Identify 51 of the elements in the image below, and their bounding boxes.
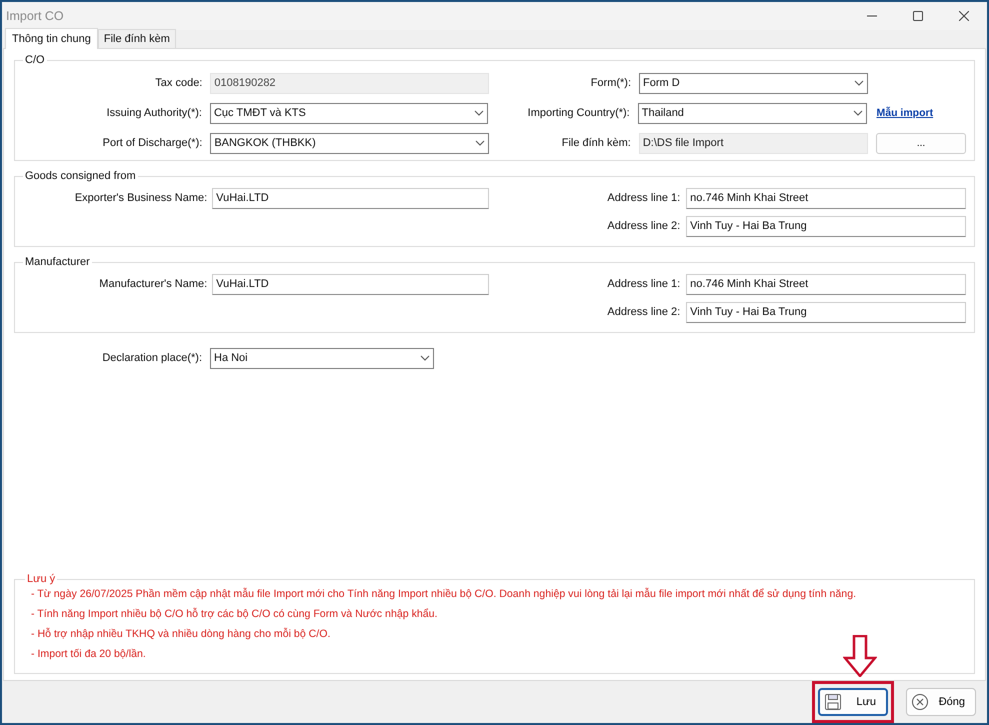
input-field[interactable]: Vinh Tuy - Hai Ba Trung bbox=[686, 216, 966, 236]
note-text: - Tính năng Import nhiều bộ C/O hỗ trợ các bộ C/O có cùng Form và Nước nhập khẩu. bbox=[31, 607, 438, 622]
chevron-icon bbox=[474, 110, 484, 116]
field-label: Address line 1: bbox=[606, 190, 680, 206]
chevron-icon bbox=[420, 355, 430, 361]
note-text: - Từ ngày 26/07/2025 Phần mềm cập nhật mẫu file Import mới cho Tính năng Import nhiều bộ C/O. Doanh nghiệp vui lòng tải lại mẫu file import mới nhất để sử dụng tính năng. bbox=[31, 587, 858, 602]
chevron-icon bbox=[852, 110, 862, 116]
dropdown[interactable]: Cục TMĐT và KTS bbox=[210, 102, 488, 124]
maximize-icon[interactable] bbox=[913, 11, 923, 21]
field-label: Exporter's Business Name: bbox=[74, 190, 208, 206]
group-title: Goods consigned from bbox=[24, 171, 137, 182]
dropdown[interactable]: BANGKOK (THBKK) bbox=[210, 132, 490, 154]
save-icon bbox=[824, 693, 842, 711]
dropdown[interactable]: Thailand bbox=[638, 102, 866, 124]
field-label: Port of Discharge(*): bbox=[102, 136, 202, 151]
input-field[interactable]: VuHai.LTD bbox=[212, 188, 489, 208]
dropdown[interactable]: Ha Noi bbox=[210, 348, 434, 368]
note-text: - Hỗ trợ nhập nhiều TKHQ và nhiều dòng hàng cho mỗi bộ C/O. bbox=[31, 627, 332, 642]
save-button[interactable]: Lưu bbox=[818, 688, 888, 716]
field-label: Form(*): bbox=[590, 76, 632, 91]
close-icon bbox=[911, 693, 929, 711]
field-label: Address line 2: bbox=[606, 304, 680, 320]
input-field[interactable]: 0108190282 bbox=[210, 72, 490, 94]
close-icon[interactable] bbox=[959, 11, 969, 21]
group-title: C/O bbox=[24, 55, 46, 66]
dropdown[interactable]: Form D bbox=[639, 72, 868, 94]
note-text: - Import tối đa 20 bộ/lần. bbox=[31, 647, 147, 662]
tab[interactable]: Thông tin chung bbox=[5, 28, 98, 49]
chevron-icon bbox=[854, 80, 864, 86]
close-button[interactable]: Đóng bbox=[906, 688, 976, 716]
chevron-icon bbox=[475, 140, 486, 146]
window-title: Import CO bbox=[6, 8, 65, 25]
field-label: Tax code: bbox=[154, 76, 202, 91]
field-label: Issuing Authority(*): bbox=[106, 106, 202, 121]
input-field[interactable]: Vinh Tuy - Hai Ba Trung bbox=[686, 302, 966, 322]
down-arrow bbox=[843, 635, 877, 677]
field-label: File đính kèm: bbox=[560, 136, 631, 151]
field-label: Address line 1: bbox=[606, 276, 680, 292]
field-label: Declaration place(*): bbox=[101, 350, 202, 366]
note-title: Lưu ý bbox=[26, 574, 56, 586]
input-field[interactable]: no.746 Minh Khai Street bbox=[686, 188, 966, 208]
input-field[interactable]: VuHai.LTD bbox=[212, 274, 489, 294]
browse-button[interactable]: ... bbox=[876, 132, 966, 154]
field-label: Manufacturer's Name: bbox=[98, 276, 208, 292]
input-field[interactable]: no.746 Minh Khai Street bbox=[686, 274, 966, 294]
tab[interactable]: File đính kèm bbox=[98, 28, 176, 48]
input-field[interactable]: D:\DS file Import bbox=[638, 132, 868, 154]
group-title: Manufacturer bbox=[24, 257, 91, 268]
field-label: Importing Country(*): bbox=[526, 106, 630, 121]
template-link[interactable]: Mẫu import bbox=[876, 106, 934, 119]
field-label: Address line 2: bbox=[606, 218, 680, 234]
